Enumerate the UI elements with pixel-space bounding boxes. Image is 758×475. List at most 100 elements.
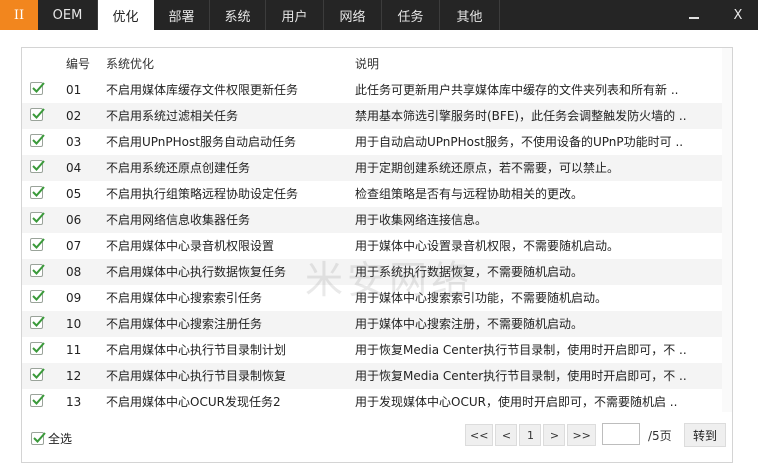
checkbox-checked-icon	[30, 316, 45, 329]
checkbox-checked-icon	[30, 290, 45, 303]
row-checkbox[interactable]	[30, 233, 48, 259]
row-name: 不启用媒体中心执行数据恢复任务	[106, 265, 287, 279]
row-number: 04	[66, 161, 82, 175]
last-page-button[interactable]: >>	[567, 424, 596, 446]
row-number: 03	[66, 135, 82, 149]
checkbox-checked-icon	[30, 134, 45, 147]
row-checkbox[interactable]	[30, 129, 48, 155]
table-row[interactable]: 09 不启用媒体中心搜索索引任务 用于媒体中心搜索索引功能，不需要随机启动。	[22, 285, 732, 311]
row-name: 不启用媒体中心录音机权限设置	[106, 239, 275, 253]
app-logo[interactable]: II	[0, 0, 38, 30]
table-row[interactable]: 13 不启用媒体中心OCUR发现任务2 用于发现媒体中心OCUR，使用时开启即可，不…	[22, 389, 732, 412]
row-name: 不启用系统过滤相关任务	[106, 109, 239, 123]
row-checkbox[interactable]	[30, 389, 48, 412]
current-page-button[interactable]: 1	[519, 424, 542, 446]
table-row[interactable]: 04 不启用系统还原点创建任务 用于定期创建系统还原点，若不需要，可以禁止。	[22, 155, 732, 181]
row-checkbox[interactable]	[30, 155, 48, 181]
row-number: 07	[66, 239, 82, 253]
checkbox-checked-icon	[30, 212, 45, 225]
table-row[interactable]: 02 不启用系统过滤相关任务 禁用基本筛选引擎服务时(BFE)，此任务会调整触发防火…	[22, 103, 732, 129]
table-row[interactable]: 01 不启用媒体库缓存文件权限更新任务 此任务可更新用户共享媒体库中缓存的文件夹列表…	[22, 77, 732, 103]
checkbox-checked-icon	[30, 186, 45, 199]
table-row[interactable]: 07 不启用媒体中心录音机权限设置 用于媒体中心设置录音机权限，不需要随机启动。	[22, 233, 732, 259]
row-number: 10	[66, 317, 82, 331]
row-checkbox[interactable]	[30, 311, 48, 337]
select-all-label: 全选	[48, 431, 73, 446]
row-checkbox[interactable]	[30, 181, 48, 207]
row-description: 禁用基本筛选引擎服务时(BFE)，此任务会调整触发防火墙的 ..	[355, 109, 687, 123]
table-row[interactable]: 03 不启用UPnPHost服务自动启动任务 用于自动启动UPnPHost服务，不使…	[22, 129, 732, 155]
goto-page-button[interactable]: 转到	[684, 423, 726, 447]
row-checkbox[interactable]	[30, 103, 48, 129]
table-row[interactable]: 10 不启用媒体中心搜索注册任务 用于媒体中心搜索注册，不需要随机启动。	[22, 311, 732, 337]
close-button[interactable]: X	[724, 0, 752, 30]
row-description: 用于恢复Media Center执行节目录制，使用时开启即可，不 ..	[355, 343, 687, 357]
row-name: 不启用系统还原点创建任务	[106, 161, 251, 175]
next-page-button[interactable]: >	[543, 424, 566, 446]
row-checkbox[interactable]	[30, 363, 48, 389]
tab-optimize[interactable]: 优化	[98, 0, 154, 30]
tab-oem[interactable]: OEM	[38, 0, 98, 30]
tab-system[interactable]: 系统	[210, 0, 266, 30]
first-page-button[interactable]: <<	[465, 424, 494, 446]
row-number: 08	[66, 265, 82, 279]
row-name: 不启用媒体中心搜索注册任务	[106, 317, 263, 331]
table-row[interactable]: 05 不启用执行组策略远程协助设定任务 检查组策略是否有与远程协助相关的更改。	[22, 181, 732, 207]
row-number: 05	[66, 187, 82, 201]
row-description: 用于恢复Media Center执行节目录制，使用时开启即可，不 ..	[355, 369, 687, 383]
row-name: 不启用执行组策略远程协助设定任务	[106, 187, 299, 201]
row-name: 不启用媒体中心执行节目录制恢复	[106, 369, 287, 383]
row-name: 不启用网络信息收集器任务	[106, 213, 251, 227]
optimization-table: 编号 系统优化 说明 01 不启用媒体库缓存文件权限更新任务 此任务可更新用户共享媒…	[22, 48, 732, 412]
row-checkbox[interactable]	[30, 285, 48, 311]
tab-network[interactable]: 网络	[324, 0, 382, 30]
optimization-panel: 编号 系统优化 说明 01 不启用媒体库缓存文件权限更新任务 此任务可更新用户共享媒…	[21, 47, 733, 463]
checkbox-checked-icon	[30, 108, 45, 121]
table-header: 编号 系统优化 说明	[22, 51, 732, 77]
row-number: 06	[66, 213, 82, 227]
table-row[interactable]: 12 不启用媒体中心执行节目录制恢复 用于恢复Media Center执行节目录制，…	[22, 363, 732, 389]
row-number: 13	[66, 395, 82, 409]
table-row[interactable]: 08 不启用媒体中心执行数据恢复任务 用于系统执行数据恢复，不需要随机启动。	[22, 259, 732, 285]
table-row[interactable]: 11 不启用媒体中心执行节目录制计划 用于恢复Media Center执行节目录制，…	[22, 337, 732, 363]
select-all-checkbox[interactable]: 全选	[31, 428, 72, 448]
table-row[interactable]: 06 不启用网络信息收集器任务 用于收集网络连接信息。	[22, 207, 732, 233]
row-checkbox[interactable]	[30, 337, 48, 363]
table-footer: 全选 << < 1 > >> /5页 转到	[22, 420, 732, 460]
row-description: 用于发现媒体中心OCUR，使用时开启即可，不需要随机启 ..	[355, 395, 678, 409]
tab-users[interactable]: 用户	[266, 0, 324, 30]
row-name: 不启用媒体中心执行节目录制计划	[106, 343, 287, 357]
row-description: 用于定期创建系统还原点，若不需要，可以禁止。	[355, 161, 620, 175]
row-name: 不启用UPnPHost服务自动启动任务	[106, 135, 296, 149]
checkbox-checked-icon	[30, 82, 45, 95]
row-description: 用于系统执行数据恢复，不需要随机启动。	[355, 265, 584, 279]
row-number: 12	[66, 369, 82, 383]
row-description: 此任务可更新用户共享媒体库中缓存的文件夹列表和所有新 ..	[355, 83, 679, 97]
row-checkbox[interactable]	[30, 207, 48, 233]
tab-other[interactable]: 其他	[440, 0, 500, 30]
row-description: 检查组策略是否有与远程协助相关的更改。	[355, 187, 584, 201]
table-scrollbar[interactable]	[722, 48, 732, 412]
checkbox-checked-icon	[30, 160, 45, 173]
row-number: 09	[66, 291, 82, 305]
tab-tasks[interactable]: 任务	[382, 0, 440, 30]
checkbox-checked-icon	[30, 264, 45, 277]
row-name: 不启用媒体中心搜索索引任务	[106, 291, 263, 305]
page-number-input[interactable]	[602, 423, 640, 445]
checkbox-checked-icon	[30, 368, 45, 381]
header-desc: 说明	[355, 57, 380, 71]
minimize-icon	[689, 17, 699, 19]
prev-page-button[interactable]: <	[495, 424, 518, 446]
checkbox-checked-icon	[30, 394, 45, 407]
row-checkbox[interactable]	[30, 77, 48, 103]
row-checkbox[interactable]	[30, 259, 48, 285]
row-description: 用于媒体中心搜索注册，不需要随机启动。	[355, 317, 584, 331]
minimize-button[interactable]	[680, 0, 708, 30]
checkbox-checked-icon	[31, 431, 46, 445]
row-number: 02	[66, 109, 82, 123]
row-number: 01	[66, 83, 82, 97]
tab-deploy[interactable]: 部署	[154, 0, 210, 30]
checkbox-checked-icon	[30, 342, 45, 355]
row-description: 用于收集网络连接信息。	[355, 213, 488, 227]
row-number: 11	[66, 343, 82, 357]
